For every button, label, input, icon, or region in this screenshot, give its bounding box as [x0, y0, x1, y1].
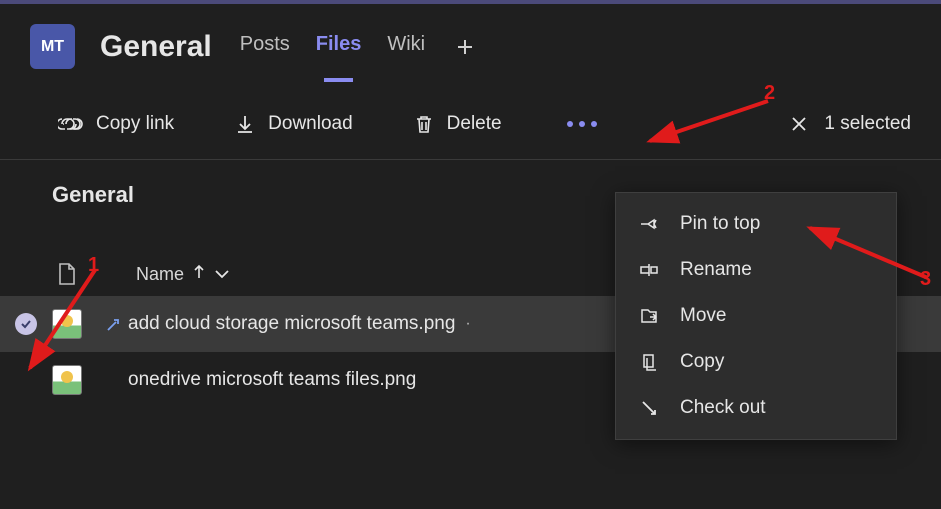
move-icon — [638, 305, 660, 327]
copy-link-label: Copy link — [96, 113, 174, 135]
link-icon — [58, 114, 84, 134]
file-name: add cloud storage microsoft teams.png — [128, 313, 455, 335]
context-menu: Pin to top Rename Move Copy Check out — [615, 192, 897, 440]
menu-check-out[interactable]: Check out — [616, 385, 896, 431]
menu-label: Move — [680, 305, 726, 327]
copy-icon — [638, 351, 660, 373]
channel-tabs: Posts Files Wiki — [240, 33, 479, 61]
clear-selection-button[interactable] — [786, 111, 812, 137]
tab-files[interactable]: Files — [316, 33, 362, 60]
shared-icon — [104, 370, 124, 390]
copy-link-button[interactable]: Copy link — [58, 113, 174, 135]
trash-icon — [413, 113, 435, 135]
menu-copy[interactable]: Copy — [616, 339, 896, 385]
chevron-down-icon — [214, 264, 230, 285]
shared-icon — [104, 314, 124, 334]
file-type-icon — [52, 262, 82, 286]
ellipsis-icon — [591, 121, 597, 127]
tab-wiki[interactable]: Wiki — [387, 33, 425, 60]
add-tab-button[interactable] — [451, 33, 479, 61]
menu-move[interactable]: Move — [616, 293, 896, 339]
sort-asc-icon — [192, 264, 206, 285]
delete-label: Delete — [447, 113, 502, 135]
selected-count: 1 selected — [824, 113, 911, 135]
menu-label: Rename — [680, 259, 752, 281]
checkout-icon — [638, 397, 660, 419]
name-label: Name — [136, 264, 184, 285]
team-avatar[interactable]: MT — [30, 24, 75, 69]
tab-posts[interactable]: Posts — [240, 33, 290, 60]
ellipsis-icon — [579, 121, 585, 127]
row-checkbox[interactable] — [0, 313, 52, 335]
channel-name: General — [100, 30, 212, 64]
download-label: Download — [268, 113, 353, 135]
channel-header: MT General Posts Files Wiki — [0, 4, 941, 79]
name-column-header[interactable]: Name — [136, 264, 230, 285]
files-toolbar: Copy link Download Delete 1 selected — [0, 79, 941, 160]
image-file-icon — [52, 365, 82, 395]
rename-icon — [638, 259, 660, 281]
row-more-icon[interactable]: · — [465, 315, 470, 333]
teams-files-view: MT General Posts Files Wiki Copy link Do… — [0, 0, 941, 509]
file-name: onedrive microsoft teams files.png — [128, 369, 416, 391]
selection-indicator: 1 selected — [786, 111, 911, 137]
menu-label: Pin to top — [680, 213, 760, 235]
more-options-button[interactable] — [562, 109, 602, 139]
delete-button[interactable]: Delete — [413, 113, 502, 135]
menu-pin-to-top[interactable]: Pin to top — [616, 201, 896, 247]
ellipsis-icon — [567, 121, 573, 127]
menu-label: Copy — [680, 351, 724, 373]
pin-icon — [638, 213, 660, 235]
image-file-icon — [52, 309, 82, 339]
download-icon — [234, 113, 256, 135]
check-icon — [15, 313, 37, 335]
menu-rename[interactable]: Rename — [616, 247, 896, 293]
menu-label: Check out — [680, 397, 766, 419]
download-button[interactable]: Download — [234, 113, 353, 135]
